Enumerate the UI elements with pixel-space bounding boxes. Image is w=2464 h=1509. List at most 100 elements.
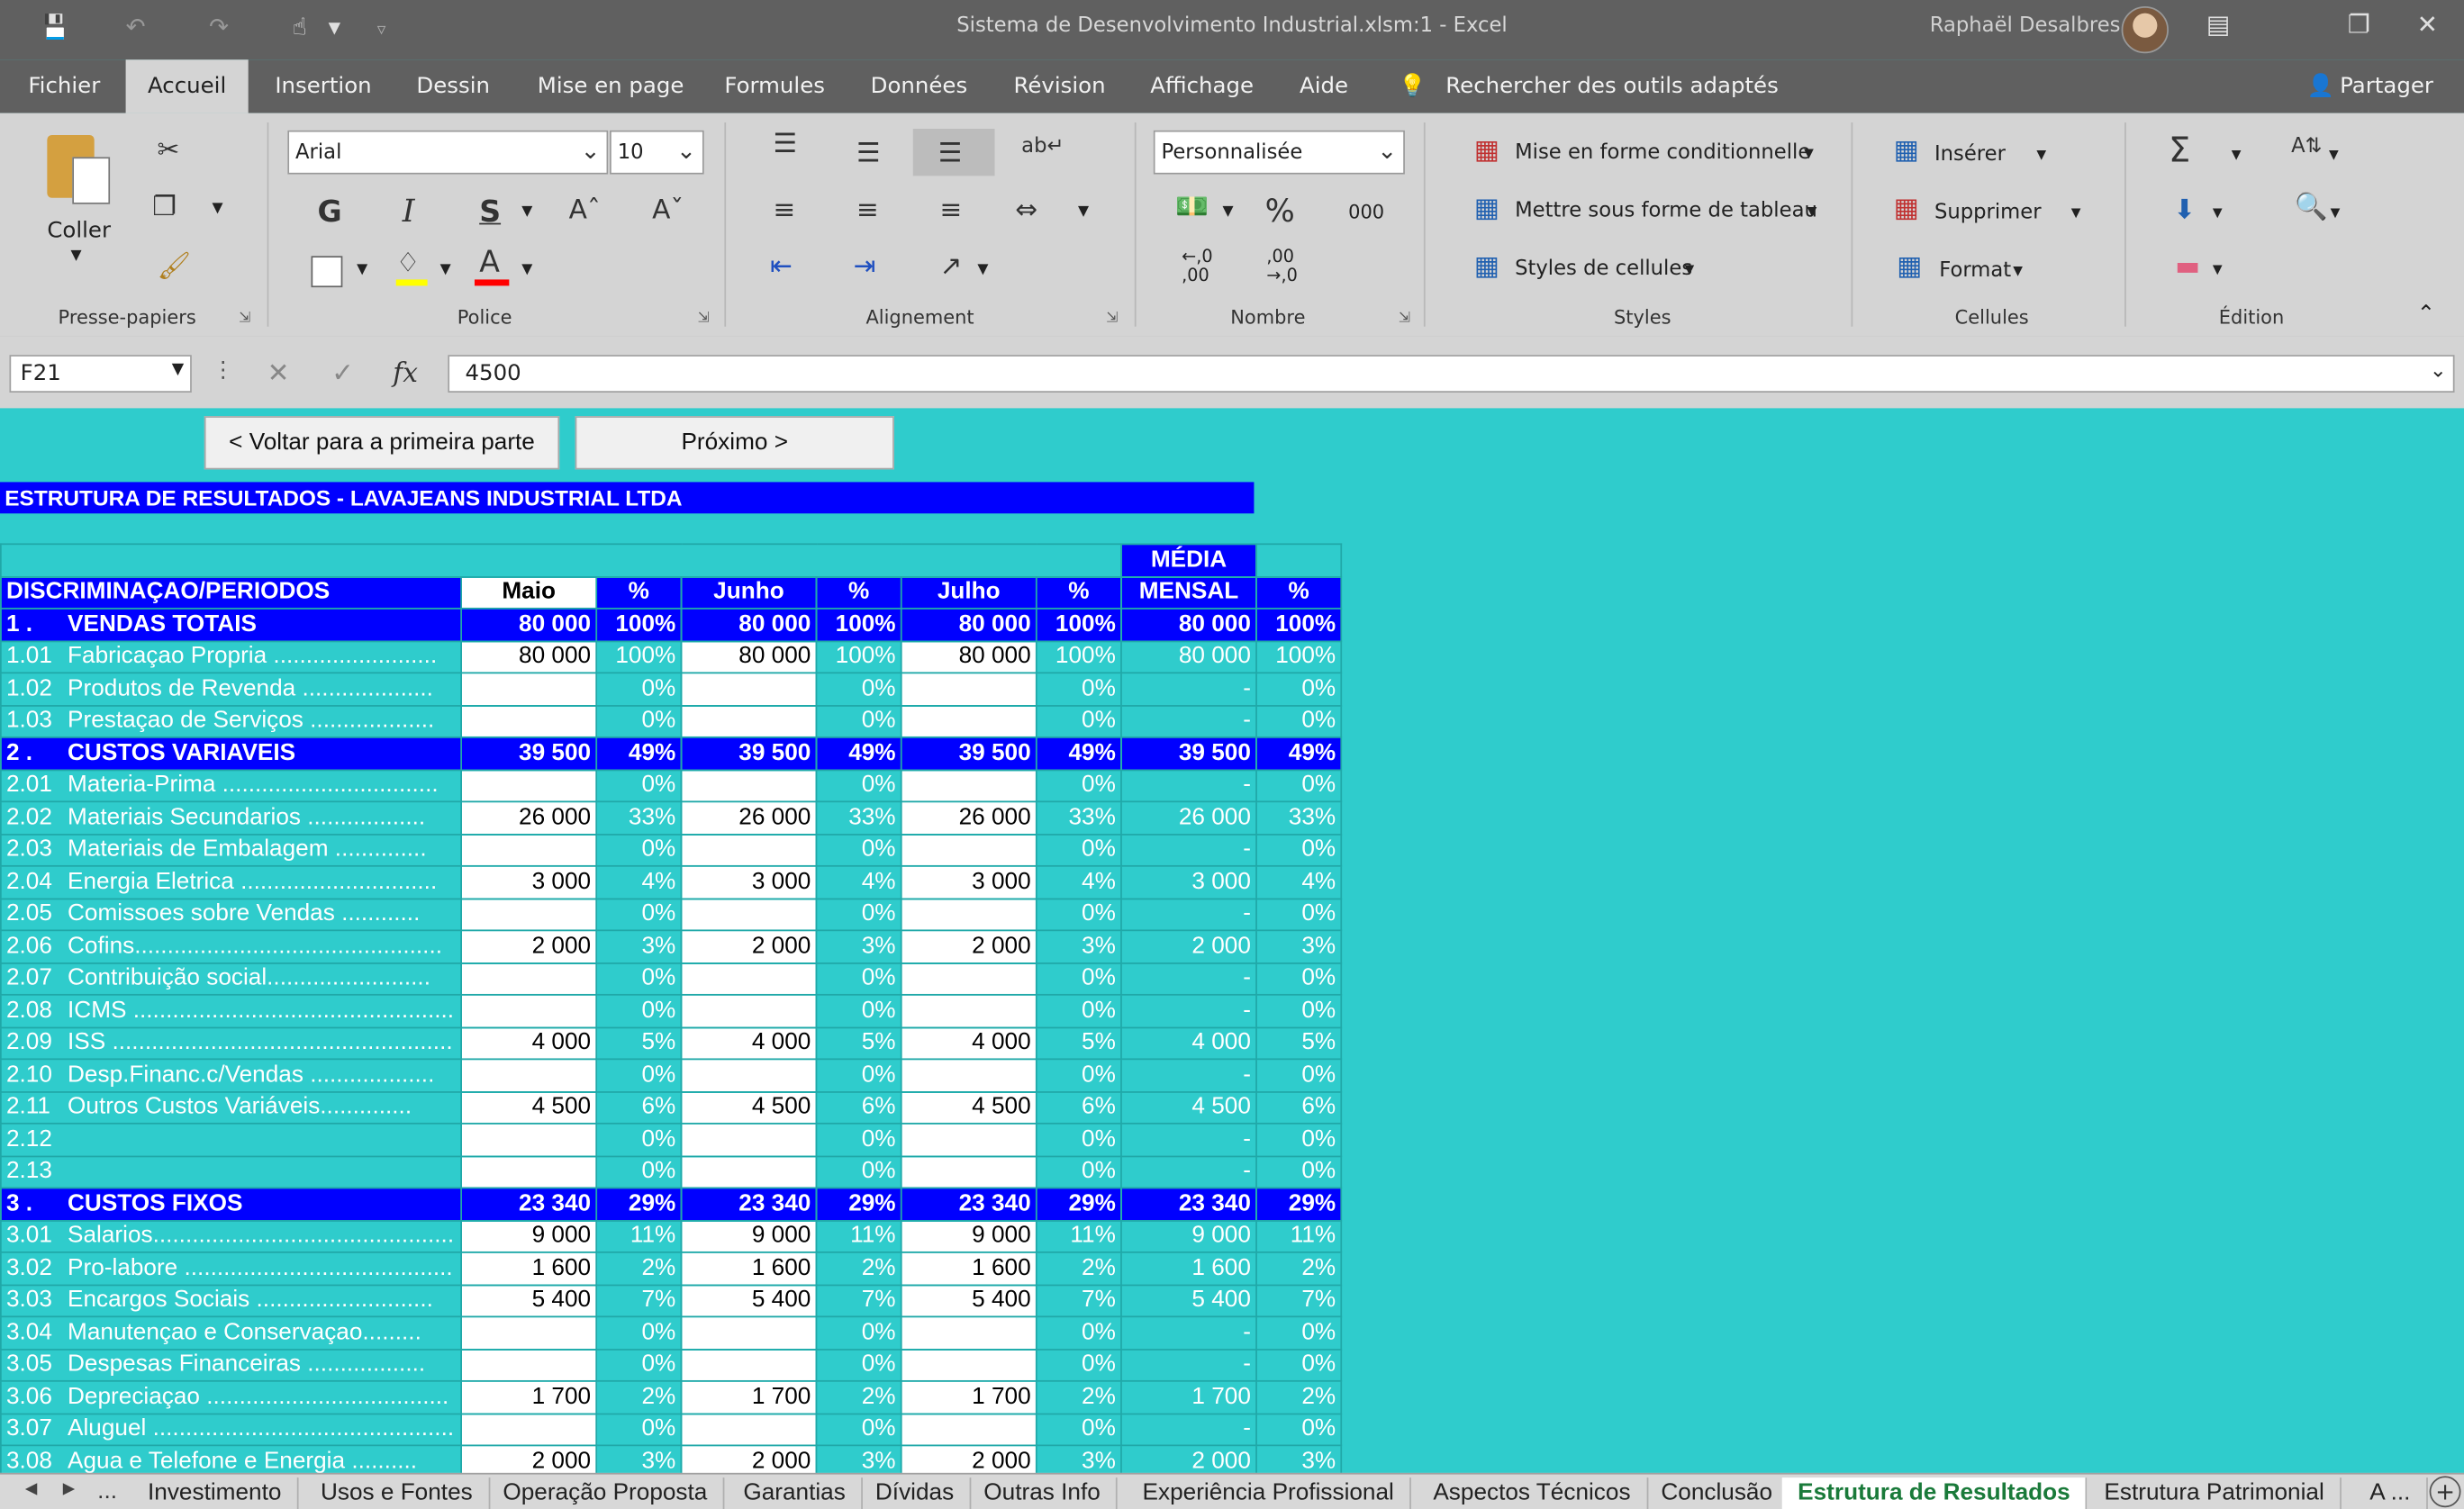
cell-media[interactable]: 80 000 xyxy=(1120,639,1257,674)
cut-icon[interactable]: ✂ xyxy=(157,135,179,167)
row-label-cell[interactable]: 2.04 Energia Eletrica ...................… xyxy=(0,864,463,899)
header-maio[interactable]: Maio xyxy=(460,575,598,610)
row-label-cell[interactable]: 3 . CUSTOS FIXOS xyxy=(0,1187,463,1221)
clipboard-launcher-icon[interactable]: ⇲ xyxy=(239,311,250,326)
cell-junho-pct[interactable]: 5% xyxy=(815,1026,902,1061)
cell-media[interactable]: 3 000 xyxy=(1120,864,1257,899)
format-dropdown-icon[interactable]: ▼ xyxy=(2013,264,2023,278)
sheet-tab[interactable]: Operação Proposta xyxy=(487,1477,725,1509)
cell-julho[interactable]: 9 000 xyxy=(900,1219,1037,1253)
cell-maio-pct[interactable]: 29% xyxy=(595,1187,683,1221)
cell-media-pct[interactable]: 2% xyxy=(1255,1251,1343,1286)
find-dropdown-icon[interactable]: ▼ xyxy=(2331,205,2341,220)
row-label-cell[interactable]: 1 . VENDAS TOTAIS xyxy=(0,607,463,642)
cell-julho[interactable] xyxy=(900,993,1037,1028)
cell-media-pct[interactable]: 0% xyxy=(1255,672,1343,706)
row-label-cell[interactable]: 1.02 Produtos de Revenda ................… xyxy=(0,672,463,706)
cell-julho-pct[interactable]: 2% xyxy=(1035,1251,1122,1286)
cell-junho-pct[interactable]: 0% xyxy=(815,1122,902,1157)
cell-maio[interactable]: 80 000 xyxy=(460,607,598,642)
cell-junho[interactable]: 80 000 xyxy=(680,639,818,674)
tab-aide[interactable]: Aide xyxy=(1300,74,1348,99)
row-label-cell[interactable]: 3.04 Manutençao e Conservaçao......... xyxy=(0,1315,463,1350)
cell-julho[interactable]: 2 000 xyxy=(900,929,1037,963)
cell-media[interactable]: 39 500 xyxy=(1120,736,1257,771)
cell-maio-pct[interactable]: 5% xyxy=(595,1026,683,1061)
cell-maio-pct[interactable]: 2% xyxy=(595,1379,683,1414)
cell-junho-pct[interactable]: 0% xyxy=(815,1058,902,1092)
fill-down-icon[interactable]: ⬇ xyxy=(2173,194,2196,226)
merge-dropdown-icon[interactable]: ▼ xyxy=(1078,204,1089,220)
cell-julho[interactable] xyxy=(900,1058,1037,1092)
number-format-combo[interactable]: Personnalisée ⌄ xyxy=(1153,130,1405,175)
header-julho[interactable]: Julho xyxy=(900,575,1037,610)
paste-label[interactable]: Coller xyxy=(47,218,111,243)
cell-julho-pct[interactable]: 0% xyxy=(1035,1348,1122,1382)
accounting-dropdown-icon[interactable]: ▼ xyxy=(1223,204,1234,220)
cell-julho-pct[interactable]: 0% xyxy=(1035,704,1122,738)
cell-junho[interactable]: 80 000 xyxy=(680,607,818,642)
cell-junho[interactable]: 23 340 xyxy=(680,1187,818,1221)
cell-julho[interactable] xyxy=(900,962,1037,996)
new-sheet-icon[interactable]: + xyxy=(2429,1476,2461,1508)
cell-junho[interactable] xyxy=(680,768,818,803)
cell-junho-pct[interactable]: 7% xyxy=(815,1283,902,1318)
cell-julho[interactable]: 23 340 xyxy=(900,1187,1037,1221)
cell-junho-pct[interactable]: 100% xyxy=(815,639,902,674)
cell-media[interactable]: - xyxy=(1120,1154,1257,1189)
delete-dropdown-icon[interactable]: ▼ xyxy=(2071,205,2081,220)
cell-julho[interactable]: 1 600 xyxy=(900,1251,1037,1286)
cell-maio[interactable]: 4 500 xyxy=(460,1090,598,1125)
cell-julho[interactable] xyxy=(900,704,1037,738)
borders-icon[interactable] xyxy=(311,256,343,288)
cell-maio[interactable] xyxy=(460,993,598,1028)
cell-julho-pct[interactable]: 0% xyxy=(1035,1412,1122,1447)
autosum-icon[interactable]: Σ xyxy=(2169,131,2190,171)
expand-formula-icon[interactable]: ⌄ xyxy=(2430,359,2447,383)
bold-button[interactable]: G xyxy=(317,194,341,229)
cell-media-pct[interactable]: 49% xyxy=(1255,736,1343,771)
cell-styles-button[interactable]: Styles de cellules xyxy=(1515,258,1692,281)
cell-media-pct[interactable]: 4% xyxy=(1255,864,1343,899)
worksheet[interactable]: < Voltar para a primeira parte Próximo >… xyxy=(0,408,2464,1509)
copy-dropdown-icon[interactable]: ▼ xyxy=(213,201,223,216)
cell-junho[interactable] xyxy=(680,1154,818,1189)
orientation-icon[interactable]: ↗ xyxy=(939,251,962,283)
tab-donnees[interactable]: Données xyxy=(871,74,968,99)
thousands-button[interactable]: 000 xyxy=(1348,201,1384,222)
row-label-cell[interactable]: 2.03 Materiais de Embalagem .............… xyxy=(0,833,463,867)
cell-maio[interactable] xyxy=(460,1412,598,1447)
cell-junho-pct[interactable]: 33% xyxy=(815,800,902,835)
cell-media-pct[interactable]: 29% xyxy=(1255,1187,1343,1221)
cell-maio-pct[interactable]: 3% xyxy=(595,929,683,963)
shrink-font-icon[interactable]: Aˇ xyxy=(652,194,684,226)
cell-media-pct[interactable]: 0% xyxy=(1255,897,1343,932)
fill-dropdown-icon[interactable]: ▼ xyxy=(2213,205,2223,220)
close-icon[interactable]: ✕ xyxy=(2417,9,2438,39)
cell-maio-pct[interactable]: 0% xyxy=(595,1154,683,1189)
cell-media[interactable]: - xyxy=(1120,768,1257,803)
cell-maio-pct[interactable]: 11% xyxy=(595,1219,683,1253)
cell-maio-pct[interactable]: 33% xyxy=(595,800,683,835)
cell-media[interactable]: 9 000 xyxy=(1120,1219,1257,1253)
cell-julho[interactable] xyxy=(900,897,1037,932)
sort-filter-icon[interactable]: A⇅ xyxy=(2291,135,2323,158)
cell-media[interactable]: - xyxy=(1120,672,1257,706)
cell-junho-pct[interactable]: 0% xyxy=(815,1348,902,1382)
prev-sheet-icon[interactable]: ◀ xyxy=(25,1481,37,1498)
cell-media[interactable]: - xyxy=(1120,833,1257,867)
cell-media[interactable]: - xyxy=(1120,1315,1257,1350)
decrease-decimal-button[interactable]: ,00 →,0 xyxy=(1266,248,1297,286)
cell-media-pct[interactable]: 0% xyxy=(1255,768,1343,803)
cell-julho-pct[interactable]: 0% xyxy=(1035,962,1122,996)
sheet-tab[interactable]: Outras Info xyxy=(968,1477,1118,1509)
cell-junho[interactable]: 9 000 xyxy=(680,1219,818,1253)
conditional-dropdown-icon[interactable]: ▼ xyxy=(1804,146,1814,160)
cell-junho[interactable]: 1 700 xyxy=(680,1379,818,1414)
cell-maio[interactable] xyxy=(460,1154,598,1189)
cell-julho[interactable]: 3 000 xyxy=(900,864,1037,899)
font-size-combo[interactable]: 10 ⌄ xyxy=(610,130,704,175)
number-launcher-icon[interactable]: ⇲ xyxy=(1399,311,1410,326)
cell-media[interactable]: 4 000 xyxy=(1120,1026,1257,1061)
cell-maio[interactable]: 9 000 xyxy=(460,1219,598,1253)
